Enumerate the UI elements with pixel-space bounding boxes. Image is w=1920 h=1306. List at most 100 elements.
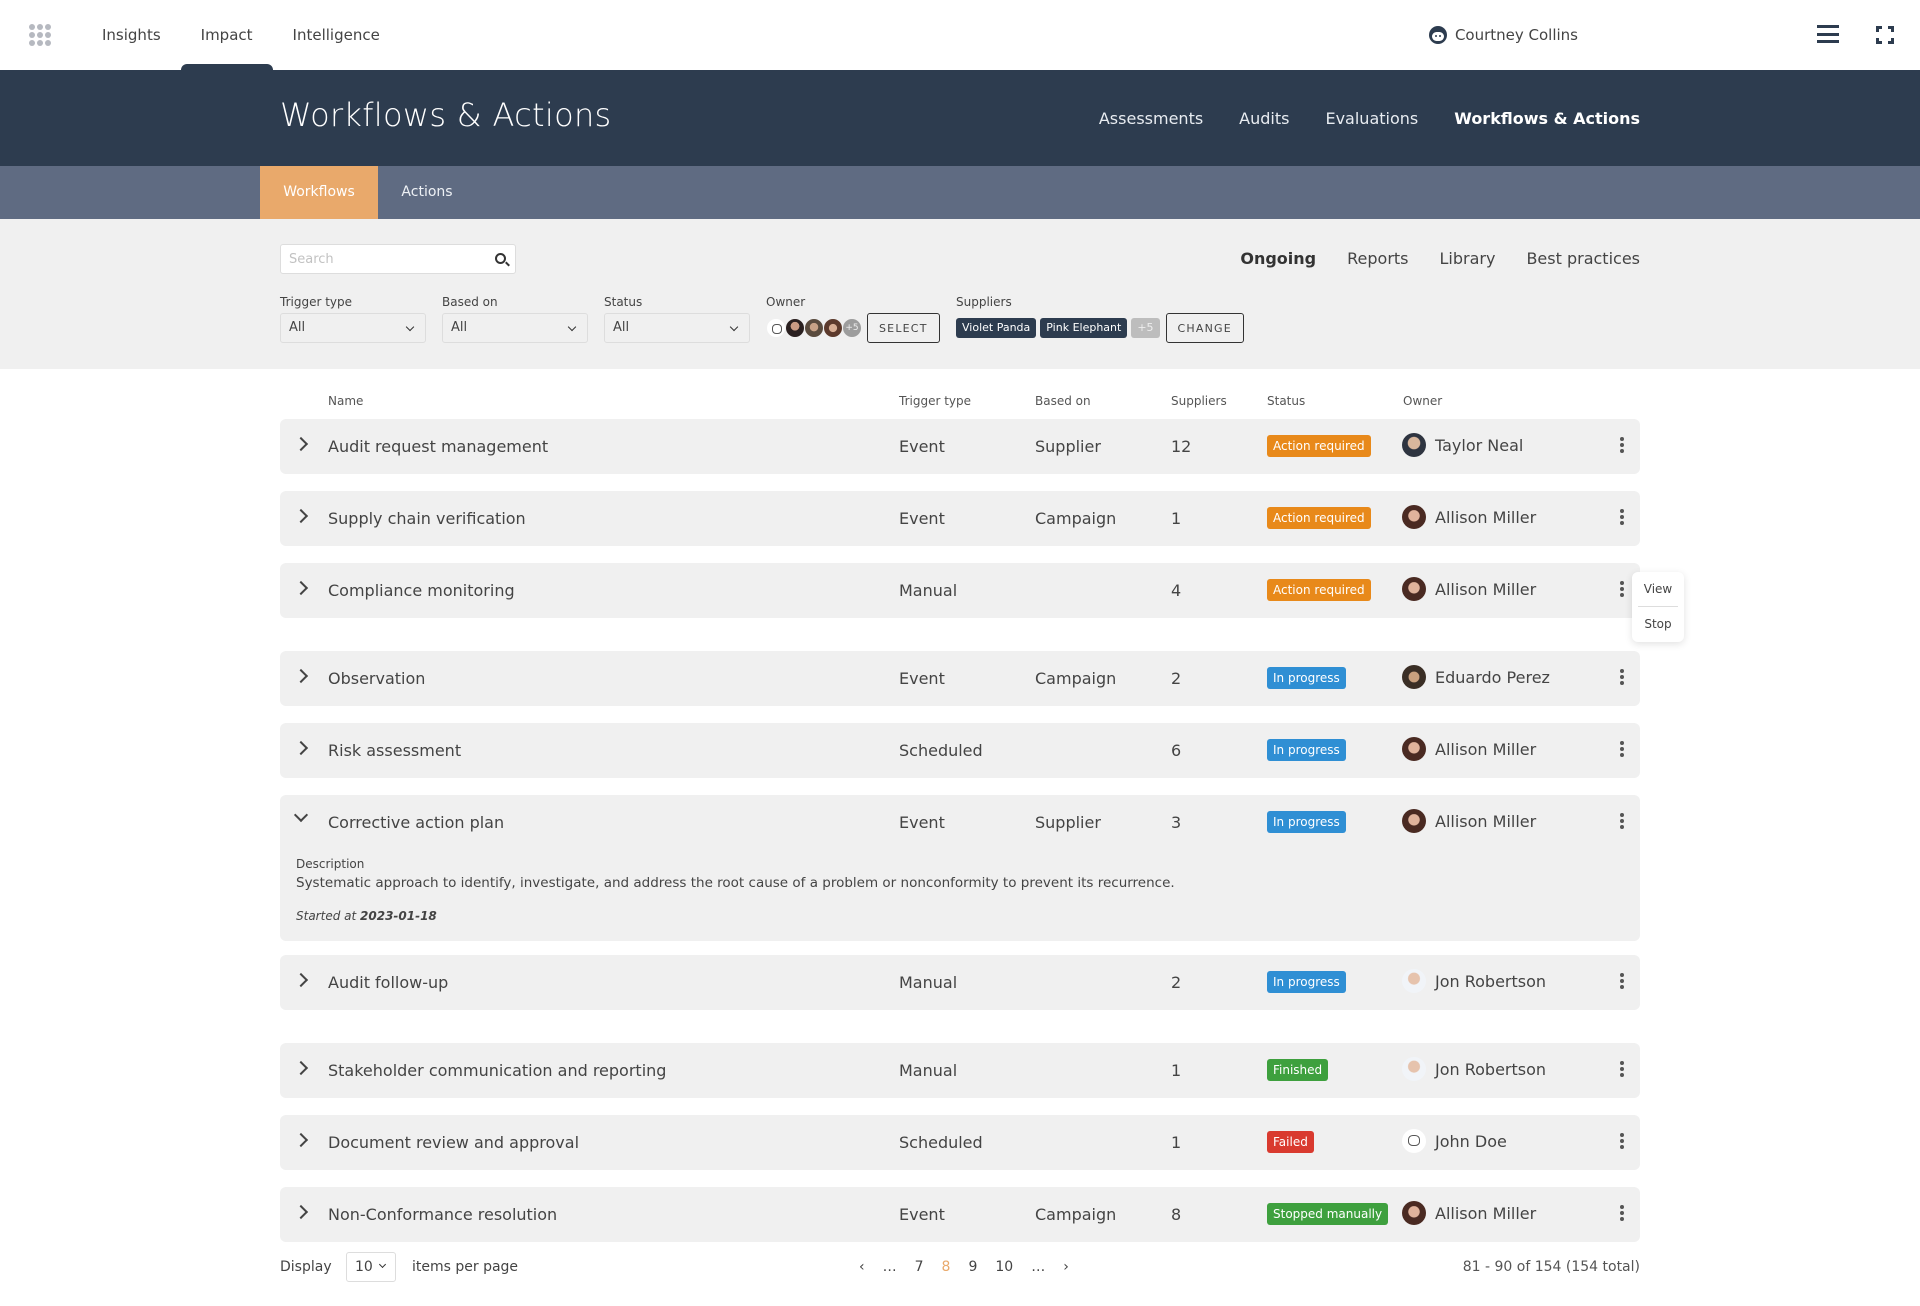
apps-grid-icon[interactable] [29,24,51,46]
page-10[interactable]: 10 [995,1259,1013,1275]
table-row[interactable]: Risk assessment Scheduled 6 In progress Alli… [280,723,1640,778]
view-tab-ongoing[interactable]: Ongoing [1240,249,1316,268]
owner-name: Allison Miller [1435,1203,1537,1223]
top-nav-insights[interactable]: Insights [82,0,181,70]
chevron-right-icon[interactable] [293,1060,309,1076]
table-row[interactable]: Supply chain verification Event Campaign 1 A… [280,491,1640,546]
chevron-right-icon[interactable] [293,508,309,524]
menu-item-stop[interactable]: Stop [1632,607,1684,641]
workflow-name[interactable]: Compliance monitoring [328,581,515,600]
workflow-name[interactable]: Non-Conformance resolution [328,1205,557,1224]
prev-page-button[interactable]: ‹ [859,1259,865,1275]
page-8-current[interactable]: 8 [942,1259,951,1275]
view-tab-best-practices[interactable]: Best practices [1526,249,1640,268]
per-page-select[interactable]: 10 [346,1252,396,1282]
description-text: Systematic approach to identify, investi… [296,875,1175,891]
menu-item-view[interactable]: View [1632,572,1684,606]
workflow-name[interactable]: Risk assessment [328,741,461,760]
section-nav-audits[interactable]: Audits [1239,109,1289,128]
owner-avatar[interactable] [785,318,805,338]
owner-avatar-bear-icon[interactable] [766,318,786,338]
more-options-icon[interactable] [1620,973,1624,989]
top-nav-impact[interactable]: Impact [180,0,273,70]
table-row[interactable]: Non-Conformance resolution Event Campaign 8… [280,1187,1640,1242]
owner-avatar[interactable] [804,318,824,338]
based-on: Supplier [1035,437,1101,456]
view-tab-reports[interactable]: Reports [1347,249,1408,268]
more-options-icon[interactable] [1620,1133,1624,1149]
chevron-right-icon[interactable] [293,1204,309,1220]
owner-select-button[interactable]: SELECT [867,313,940,343]
more-options-icon[interactable] [1620,1205,1624,1221]
workflow-name[interactable]: Document review and approval [328,1133,579,1152]
table-row[interactable]: Audit request management Event Supplier 12 A… [280,419,1640,474]
page-ellipsis[interactable]: … [883,1259,897,1275]
chevron-right-icon[interactable] [293,668,309,684]
status-badge: In progress [1267,739,1346,761]
workflow-name[interactable]: Corrective action plan [328,813,504,832]
display-label: Display [280,1259,332,1275]
chevron-right-icon[interactable] [293,436,309,452]
more-options-icon[interactable] [1620,813,1624,829]
table-row[interactable]: Audit follow-up Manual 2 In progress Jon Rob… [280,955,1640,1010]
chevron-right-icon[interactable] [293,580,309,596]
user-avatar-icon [1428,26,1447,44]
chevron-down-icon[interactable] [293,807,309,823]
hamburger-menu-icon[interactable] [1817,25,1839,43]
column-header-owner[interactable]: Owner [1403,394,1442,408]
table-row[interactable]: Observation Event Campaign 2 In progress Edua… [280,651,1640,706]
tab-actions[interactable]: Actions [378,166,476,219]
owner-name: Jon Robertson [1435,1059,1547,1079]
table-row[interactable]: Compliance monitoring Manual 4 Action requi… [280,563,1640,618]
chevron-right-icon[interactable] [293,972,309,988]
column-header-status[interactable]: Status [1267,394,1305,408]
user-menu[interactable]: Courtney Collins [1428,0,1578,70]
top-nav: Insights Impact Intelligence [82,0,400,70]
workflow-name[interactable]: Audit follow-up [328,973,448,992]
owner-avatar[interactable] [823,318,843,338]
section-nav-workflows-actions[interactable]: Workflows & Actions [1454,109,1640,128]
trigger-type-select[interactable]: All [280,313,426,343]
supplier-chip[interactable]: Pink Elephant [1040,318,1128,338]
column-header-name[interactable]: Name [328,394,363,408]
more-options-icon[interactable] [1620,741,1624,757]
next-page-button[interactable]: › [1063,1259,1069,1275]
workflow-name[interactable]: Audit request management [328,437,548,456]
more-options-icon[interactable] [1620,437,1624,453]
more-options-icon[interactable] [1620,1061,1624,1077]
column-header-based-on[interactable]: Based on [1035,394,1091,408]
suppliers-change-button[interactable]: CHANGE [1165,313,1244,343]
page-9[interactable]: 9 [968,1259,977,1275]
search-icon[interactable] [495,253,506,264]
table-row[interactable]: Document review and approval Scheduled 1 Fa… [280,1115,1640,1170]
search-input[interactable] [281,245,481,273]
more-options-icon[interactable] [1620,669,1624,685]
supplier-more-chip[interactable]: +5 [1131,318,1160,338]
workflow-name[interactable]: Observation [328,669,425,688]
more-options-icon[interactable] [1620,509,1624,525]
chevron-right-icon[interactable] [293,740,309,756]
owner-avatar [1402,665,1426,689]
page-7[interactable]: 7 [915,1259,924,1275]
tab-workflows[interactable]: Workflows [260,166,378,219]
column-header-trigger-type[interactable]: Trigger type [899,394,971,408]
page-ellipsis[interactable]: … [1031,1259,1045,1275]
chevron-down-icon [378,1260,387,1269]
column-header-suppliers[interactable]: Suppliers [1171,394,1227,408]
section-nav-evaluations[interactable]: Evaluations [1325,109,1418,128]
chevron-right-icon[interactable] [293,1132,309,1148]
supplier-chip[interactable]: Violet Panda [956,318,1037,338]
view-tab-library[interactable]: Library [1440,249,1496,268]
section-nav-assessments[interactable]: Assessments [1099,109,1203,128]
status-select[interactable]: All [604,313,750,343]
based-on-select[interactable]: All [442,313,588,343]
workflow-name[interactable]: Supply chain verification [328,509,526,528]
top-nav-intelligence[interactable]: Intelligence [273,0,400,70]
table-row[interactable]: Corrective action plan Event Supplier 3 In p… [280,795,1640,941]
fullscreen-icon[interactable] [1876,26,1894,44]
workflow-name[interactable]: Stakeholder communication and reporting [328,1061,666,1080]
more-options-icon[interactable] [1620,581,1624,597]
row-context-menu: View Stop [1632,572,1684,642]
owner-more-count[interactable]: +5 [842,318,862,338]
table-row[interactable]: Stakeholder communication and reporting M… [280,1043,1640,1098]
